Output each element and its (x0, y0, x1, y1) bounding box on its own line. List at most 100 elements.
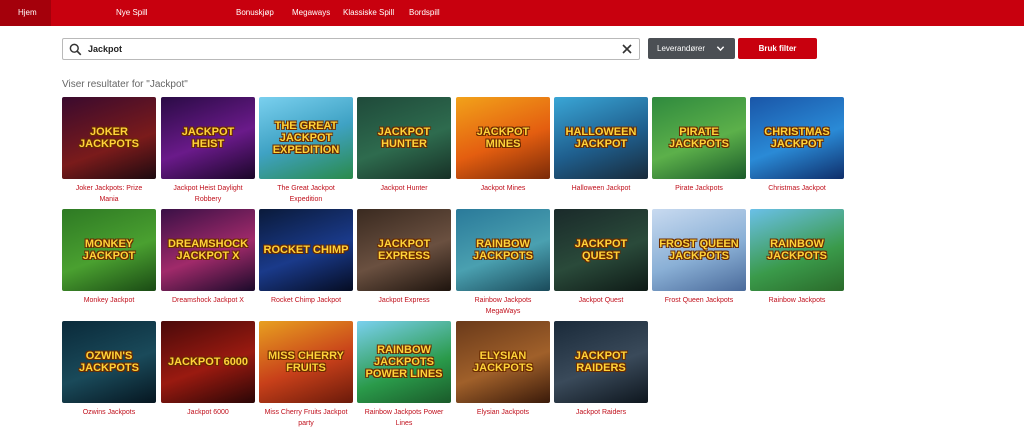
game-tile[interactable]: Jackpot Hunter Jackpot Hunter (357, 97, 451, 194)
game-logo-text: Monkey Jackpot (82, 238, 136, 262)
game-title[interactable]: Halloween Jackpot (554, 183, 648, 194)
game-title[interactable]: Dreamshock Jackpot X (161, 295, 255, 306)
search-icon (69, 43, 82, 56)
game-title[interactable]: Monkey Jackpot (62, 295, 156, 306)
nav-item-bonuskjop[interactable]: Bonuskjøp (236, 0, 274, 26)
game-thumbnail[interactable]: Elysian Jackpots (456, 321, 550, 403)
game-title[interactable]: Rainbow Jackpots MegaWays (456, 295, 550, 317)
game-logo-text: Christmas Jackpot (764, 126, 830, 150)
game-tile[interactable]: Rainbow Jackpots Rainbow Jackpots MegaWay… (456, 209, 550, 317)
close-icon[interactable] (621, 43, 633, 55)
game-logo-text: Rainbow Jackpots (767, 238, 827, 262)
chevron-down-icon (716, 46, 725, 52)
game-thumbnail[interactable]: Jackpot Raiders (554, 321, 648, 403)
game-tile[interactable]: Frost Queen Jackpots Frost Queen Jackpots (652, 209, 746, 306)
game-tile[interactable]: Jackpot Raiders Jackpot Raiders (554, 321, 648, 418)
provider-dropdown-label: Leverandører (657, 44, 706, 53)
game-title[interactable]: Jackpot Hunter (357, 183, 451, 194)
game-logo-text: Jackpot Express (377, 238, 431, 262)
nav-item-megaways[interactable]: Megaways (292, 0, 330, 26)
apply-filter-button[interactable]: Bruk filter (738, 38, 817, 59)
game-logo-text: Halloween Jackpot (565, 126, 637, 150)
game-tile[interactable]: Jackpot Mines Jackpot Mines (456, 97, 550, 194)
game-logo-text: Joker Jackpots (79, 126, 139, 150)
game-thumbnail[interactable]: Jackpot 6000 (161, 321, 255, 403)
game-title[interactable]: Jackpot Quest (554, 295, 648, 306)
game-thumbnail[interactable]: The Great Jackpot Expedition (259, 97, 353, 179)
game-tile[interactable]: Joker Jackpots Joker Jackpots: Prize Mani… (62, 97, 156, 205)
game-logo-text: Rocket Chimp (263, 244, 349, 256)
game-thumbnail[interactable]: Jackpot Express (357, 209, 451, 291)
game-thumbnail[interactable]: Pirate Jackpots (652, 97, 746, 179)
game-thumbnail[interactable]: Miss Cherry Fruits (259, 321, 353, 403)
game-logo-text: Jackpot 6000 (167, 356, 249, 368)
game-logo-text: Miss Cherry Fruits (268, 350, 344, 374)
game-title[interactable]: Pirate Jackpots (652, 183, 746, 194)
game-tile[interactable]: The Great Jackpot Expedition The Great Ja… (259, 97, 353, 205)
game-title[interactable]: Jackpot 6000 (161, 407, 255, 418)
game-thumbnail[interactable]: Rainbow Jackpots Power Lines (357, 321, 451, 403)
game-thumbnail[interactable]: Christmas Jackpot (750, 97, 844, 179)
game-thumbnail[interactable]: Frost Queen Jackpots (652, 209, 746, 291)
game-title[interactable]: Ozwins Jackpots (62, 407, 156, 418)
search-input[interactable] (88, 40, 608, 58)
game-logo-text: Rainbow Jackpots (473, 238, 533, 262)
provider-dropdown-button[interactable]: Leverandører (648, 38, 735, 59)
game-title[interactable]: Miss Cherry Fruits Jackpot party (259, 407, 353, 429)
game-title[interactable]: The Great Jackpot Expedition (259, 183, 353, 205)
game-tile[interactable]: Monkey Jackpot Monkey Jackpot (62, 209, 156, 306)
results-label: Viser resultater for "Jackpot" (62, 79, 188, 90)
game-tile[interactable]: Ozwin's Jackpots Ozwins Jackpots (62, 321, 156, 418)
game-thumbnail[interactable]: Monkey Jackpot (62, 209, 156, 291)
game-tile[interactable]: Halloween Jackpot Halloween Jackpot (554, 97, 648, 194)
game-logo-text: Elysian Jackpots (473, 350, 533, 374)
game-title[interactable]: Frost Queen Jackpots (652, 295, 746, 306)
game-logo-text: Jackpot Raiders (574, 350, 628, 374)
game-thumbnail[interactable]: Rainbow Jackpots (750, 209, 844, 291)
game-thumbnail[interactable]: Ozwin's Jackpots (62, 321, 156, 403)
game-title[interactable]: Jackpot Mines (456, 183, 550, 194)
game-thumbnail[interactable]: Rainbow Jackpots (456, 209, 550, 291)
game-tile[interactable]: Miss Cherry Fruits Miss Cherry Fruits Jac… (259, 321, 353, 429)
game-title[interactable]: Rainbow Jackpots (750, 295, 844, 306)
nav-item-klassiske-spill[interactable]: Klassiske Spill (343, 0, 394, 26)
game-logo-text: Rainbow Jackpots Power Lines (365, 344, 443, 380)
game-logo-text: Ozwin's Jackpots (79, 350, 139, 374)
game-title[interactable]: Jackpot Express (357, 295, 451, 306)
nav-item-hjem[interactable]: Hjem (0, 0, 51, 26)
game-thumbnail[interactable]: Jackpot Heist (161, 97, 255, 179)
game-thumbnail[interactable]: Jackpot Quest (554, 209, 648, 291)
game-tile[interactable]: Jackpot Express Jackpot Express (357, 209, 451, 306)
game-logo-text: Jackpot Heist (181, 126, 235, 150)
game-thumbnail[interactable]: Joker Jackpots (62, 97, 156, 179)
game-logo-text: Jackpot Quest (574, 238, 628, 262)
game-tile[interactable]: Rainbow Jackpots Rainbow Jackpots (750, 209, 844, 306)
game-thumbnail[interactable]: Rocket Chimp (259, 209, 353, 291)
game-title[interactable]: Rocket Chimp Jackpot (259, 295, 353, 306)
game-thumbnail[interactable]: Halloween Jackpot (554, 97, 648, 179)
nav-item-bordspill[interactable]: Bordspill (409, 0, 440, 26)
game-tile[interactable]: Rocket Chimp Rocket Chimp Jackpot (259, 209, 353, 306)
game-tile[interactable]: Dreamshock Jackpot X Dreamshock Jackpot X (161, 209, 255, 306)
game-logo-text: Pirate Jackpots (669, 126, 729, 150)
game-thumbnail[interactable]: Dreamshock Jackpot X (161, 209, 255, 291)
game-tile[interactable]: Elysian Jackpots Elysian Jackpots (456, 321, 550, 418)
game-title[interactable]: Elysian Jackpots (456, 407, 550, 418)
game-tile[interactable]: Jackpot Quest Jackpot Quest (554, 209, 648, 306)
game-logo-text: Jackpot Mines (476, 126, 530, 150)
game-thumbnail[interactable]: Jackpot Hunter (357, 97, 451, 179)
game-tile[interactable]: Christmas Jackpot Christmas Jackpot (750, 97, 844, 194)
game-tile[interactable]: Pirate Jackpots Pirate Jackpots (652, 97, 746, 194)
game-logo-text: Dreamshock Jackpot X (167, 238, 249, 262)
game-title[interactable]: Rainbow Jackpots Power Lines (357, 407, 451, 429)
game-tile[interactable]: Jackpot Heist Jackpot Heist Daylight Robb… (161, 97, 255, 205)
game-tile[interactable]: Jackpot 6000 Jackpot 6000 (161, 321, 255, 418)
game-logo-text: Jackpot Hunter (377, 126, 431, 150)
nav-item-nye-spill[interactable]: Nye Spill (116, 0, 148, 26)
game-title[interactable]: Jackpot Heist Daylight Robbery (161, 183, 255, 205)
game-title[interactable]: Christmas Jackpot (750, 183, 844, 194)
game-tile[interactable]: Rainbow Jackpots Power Lines Rainbow Jack… (357, 321, 451, 429)
game-title[interactable]: Jackpot Raiders (554, 407, 648, 418)
game-title[interactable]: Joker Jackpots: Prize Mania (62, 183, 156, 205)
game-thumbnail[interactable]: Jackpot Mines (456, 97, 550, 179)
